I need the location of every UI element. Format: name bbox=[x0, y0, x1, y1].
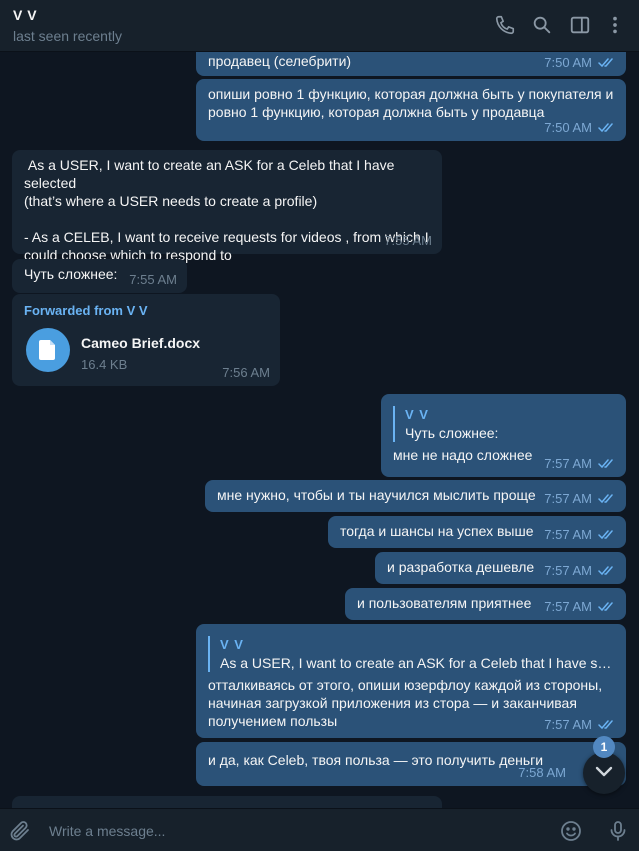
message-meta: 7:50 AM bbox=[544, 54, 616, 72]
message-meta: 7:57 AM bbox=[544, 490, 616, 508]
reply-quote[interactable]: V V As a USER, I want to create an ASK f… bbox=[208, 636, 616, 672]
message-meta: 7:57 AM bbox=[544, 562, 616, 580]
message-outgoing[interactable]: опиши ровно 1 функцию, которая должна бы… bbox=[196, 79, 626, 141]
message-meta: 7:55 AM bbox=[384, 232, 432, 250]
contact-status: last seen recently bbox=[13, 28, 122, 44]
document-icon bbox=[39, 340, 55, 360]
double-check-icon bbox=[598, 720, 613, 730]
double-check-icon bbox=[598, 58, 613, 68]
message-text: As a USER, I want to create an ASK for a… bbox=[24, 157, 429, 263]
message-outgoing[interactable]: V V Чуть сложнее: мне не надо сложнее 7:… bbox=[381, 394, 626, 477]
message-meta: 7:57 AM bbox=[544, 526, 616, 544]
forwarded-from-label[interactable]: Forwarded from V V bbox=[24, 302, 270, 320]
message-time: 7:55 AM bbox=[129, 272, 177, 287]
reply-text: Чуть сложнее: bbox=[405, 425, 499, 441]
reply-author: V V bbox=[405, 407, 429, 422]
message-time: 7:57 AM bbox=[544, 456, 592, 471]
double-check-icon bbox=[598, 602, 613, 612]
microphone-icon[interactable] bbox=[606, 819, 630, 843]
contact-name[interactable]: V V bbox=[13, 7, 37, 23]
double-check-icon bbox=[598, 530, 613, 540]
message-meta: 7:50 AM bbox=[544, 119, 616, 137]
chat-header: V V last seen recently bbox=[0, 0, 639, 52]
scroll-to-bottom-button[interactable] bbox=[583, 752, 625, 794]
message-incoming[interactable] bbox=[12, 796, 442, 808]
message-time: 7:57 AM bbox=[544, 491, 592, 506]
message-meta: 7:58 AM bbox=[518, 764, 566, 782]
double-check-icon bbox=[598, 459, 613, 469]
double-check-icon bbox=[598, 566, 613, 576]
message-time: 7:57 AM bbox=[544, 527, 592, 542]
message-meta: 7:57 AM bbox=[544, 598, 616, 616]
message-outgoing[interactable]: и разработка дешевле 7:57 AM bbox=[375, 552, 626, 584]
double-check-icon bbox=[598, 123, 613, 133]
file-size: 16.4 KB bbox=[81, 357, 128, 372]
unread-count-badge[interactable]: 1 bbox=[593, 736, 615, 758]
message-incoming[interactable]: As a USER, I want to create an ASK for a… bbox=[12, 150, 442, 263]
message-outgoing[interactable]: тогда и шансы на успех выше 7:57 AM bbox=[328, 516, 626, 548]
phone-icon[interactable] bbox=[494, 14, 516, 36]
message-time: 7:57 AM bbox=[544, 563, 592, 578]
reply-text: As a USER, I want to create an ASK for a… bbox=[220, 655, 616, 671]
file-name[interactable]: Cameo Brief.docx bbox=[81, 334, 200, 352]
file-download-button[interactable] bbox=[26, 328, 70, 372]
paperclip-icon[interactable] bbox=[8, 819, 32, 843]
message-outgoing[interactable]: мне нужно, чтобы и ты научился мыслить п… bbox=[205, 480, 626, 512]
message-time: 7:55 AM bbox=[384, 233, 432, 248]
message-input[interactable]: Write a message... bbox=[49, 823, 165, 839]
reply-author: V V bbox=[220, 637, 244, 652]
message-time: 7:58 AM bbox=[518, 765, 566, 780]
message-time: 7:56 AM bbox=[222, 365, 270, 380]
message-time: 7:50 AM bbox=[544, 55, 592, 70]
message-composer: Write a message... bbox=[0, 808, 639, 851]
message-meta: 7:56 AM bbox=[222, 364, 270, 382]
reply-quote[interactable]: V V Чуть сложнее: bbox=[393, 406, 616, 442]
message-time: 7:57 AM bbox=[544, 717, 592, 732]
sidebar-toggle-icon[interactable] bbox=[569, 14, 591, 36]
message-time: 7:57 AM bbox=[544, 599, 592, 614]
message-outgoing[interactable]: и пользователям приятнее 7:57 AM bbox=[345, 588, 626, 620]
message-meta: 7:57 AM bbox=[544, 455, 616, 473]
more-vertical-icon[interactable] bbox=[604, 14, 626, 36]
emoji-icon[interactable] bbox=[559, 819, 583, 843]
double-check-icon bbox=[598, 494, 613, 504]
chevron-down-icon bbox=[595, 766, 613, 777]
message-meta: 7:57 AM bbox=[544, 716, 616, 734]
search-icon[interactable] bbox=[531, 14, 553, 36]
message-time: 7:50 AM bbox=[544, 120, 592, 135]
message-outgoing[interactable]: V V As a USER, I want to create an ASK f… bbox=[196, 624, 626, 738]
forwarded-file-message[interactable]: Forwarded from V V Cameo Brief.docx 16.4… bbox=[12, 294, 280, 386]
message-outgoing[interactable]: и да, как Celeb, твоя польза — это получ… bbox=[196, 742, 626, 786]
message-meta: 7:55 AM bbox=[129, 271, 177, 289]
message-text: опиши ровно 1 функцию, которая должна бы… bbox=[208, 86, 614, 120]
message-incoming[interactable]: Чуть сложнее: 7:55 AM bbox=[12, 259, 187, 293]
message-outgoing[interactable]: продавец (селебрити) 7:50 AM bbox=[196, 52, 626, 76]
message-list[interactable]: продавец (селебрити) 7:50 AM опиши ровно… bbox=[0, 52, 639, 808]
